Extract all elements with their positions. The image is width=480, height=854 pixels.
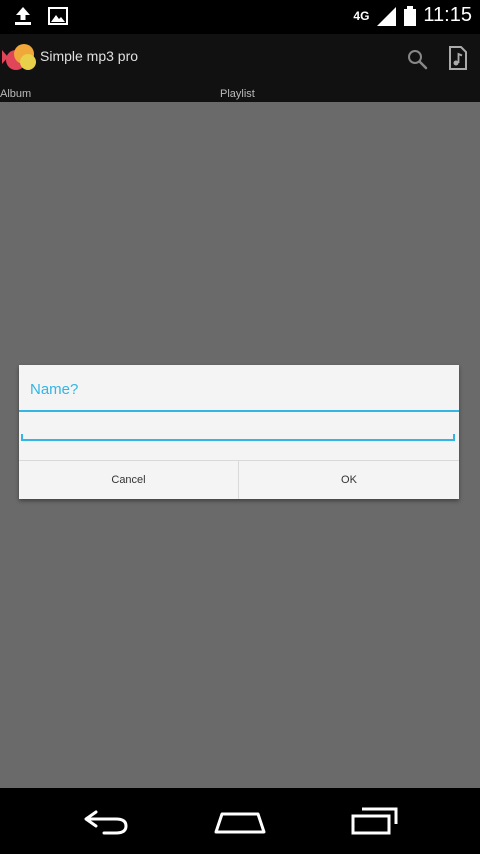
- back-icon[interactable]: [82, 806, 130, 836]
- name-input-underline: [21, 434, 455, 441]
- name-input[interactable]: [23, 415, 457, 441]
- ok-button[interactable]: OK: [239, 461, 459, 499]
- navigation-bar: [0, 788, 480, 854]
- tab-album[interactable]: Album: [0, 86, 31, 102]
- image-icon: [48, 7, 68, 25]
- dialog-title-divider: [19, 410, 459, 412]
- tabs-bar: Album Playlist: [0, 86, 480, 102]
- file-music-icon[interactable]: [448, 46, 468, 70]
- dialog-title: Name?: [30, 381, 79, 398]
- home-icon[interactable]: [214, 806, 266, 836]
- recent-apps-icon[interactable]: [350, 806, 400, 836]
- status-bar: 4G 11:15: [0, 0, 480, 34]
- app-title: Simple mp3 pro: [40, 48, 139, 64]
- app-logo-icon[interactable]: [2, 42, 38, 74]
- status-left-icons: [12, 6, 68, 26]
- status-right-icons: 4G 11:15: [353, 4, 472, 27]
- search-icon[interactable]: [406, 48, 428, 70]
- tab-playlist[interactable]: Playlist: [220, 86, 255, 102]
- signal-icon: [377, 6, 397, 26]
- network-label: 4G: [353, 8, 370, 23]
- battery-icon: [404, 5, 417, 26]
- status-time: 11:15: [423, 4, 472, 26]
- name-dialog: Name? Cancel OK: [19, 365, 459, 499]
- upload-icon: [15, 7, 31, 25]
- cancel-button[interactable]: Cancel: [19, 461, 238, 499]
